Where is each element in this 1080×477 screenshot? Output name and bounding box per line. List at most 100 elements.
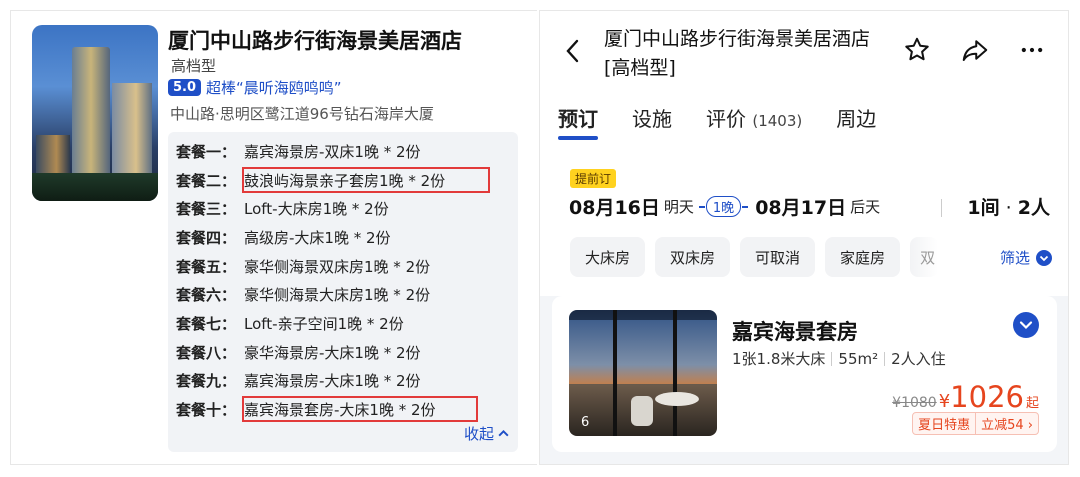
promo-discount: 立减54 ›	[981, 418, 1033, 433]
photo-window	[569, 320, 717, 384]
tab-booking[interactable]: 预订	[558, 103, 598, 140]
promo-tag: 夏日特惠	[918, 418, 971, 433]
hotel-name: 厦门中山路步行街海景美居酒店	[168, 29, 462, 53]
photo-table	[655, 392, 699, 406]
hotel-grade: 高档型	[171, 57, 217, 75]
chevron-down-icon	[1019, 321, 1033, 330]
bed-info: 1张1.8米大床	[732, 350, 826, 368]
photo-frame	[613, 310, 617, 436]
chip-family-room[interactable]: 家庭房	[825, 237, 901, 277]
room-area: 55m²	[838, 349, 879, 368]
tab-label: 评价	[706, 107, 746, 131]
package-label: 套餐四：	[176, 228, 237, 247]
package-label: 套餐九：	[176, 371, 237, 390]
tab-facilities[interactable]: 设施	[632, 103, 672, 132]
package-label: 套餐六：	[176, 285, 237, 304]
rooms-guests-selector[interactable]: 1间 · 2人	[967, 193, 1050, 220]
checkin-date: 08月16日	[569, 197, 660, 219]
photo-trees	[32, 173, 158, 201]
currency-symbol: ¥	[938, 391, 951, 412]
package-text: Loft-亲子空间1晚 * 2份	[244, 314, 404, 333]
package-item: 套餐四： 高级房-大床1晚 * 2份	[176, 226, 391, 248]
price-row: ¥1080 ¥ 1026 起	[892, 380, 1039, 414]
package-text: 豪华侧海景双床房1晚 * 2份	[244, 257, 431, 276]
tab-label: 设施	[632, 107, 672, 131]
package-item: 套餐二： 鼓浪屿海景亲子套房1晚 * 2份	[176, 167, 490, 193]
separator-dot: ·	[999, 197, 1018, 219]
back-arrow-icon	[566, 39, 579, 63]
room-list: 6 嘉宾海景套房 1张1.8米大床 55m² 2人入住 ¥1080 ¥ 1026…	[540, 296, 1068, 464]
photo-count: 6	[581, 415, 590, 430]
photo-chair	[631, 396, 653, 426]
package-item: 套餐一： 嘉宾海景房-双床1晚 * 2份	[176, 140, 421, 162]
room-photo[interactable]: 6	[569, 310, 717, 436]
divider	[831, 351, 833, 366]
hotel-detail-screen: 厦门中山路步行街海景美居酒店[高档型] 预订 设施 评价 (1403) 周边 提…	[539, 10, 1069, 465]
hotel-rating: 5.0 超棒“晨听海鸥鸣鸣”	[168, 77, 342, 97]
package-item: 套餐八： 豪华海景房-大床1晚 * 2份	[176, 341, 421, 363]
package-label: 套餐五：	[176, 257, 237, 276]
collapse-button[interactable]: 收起	[464, 423, 510, 444]
nights-badge: 1晚	[698, 196, 749, 217]
star-icon[interactable]	[902, 35, 932, 65]
hotel-title: 厦门中山路步行街海景美居酒店[高档型]	[604, 28, 871, 79]
package-text: Loft-大床房1晚 * 2份	[244, 199, 389, 218]
price-suffix: 起	[1025, 396, 1039, 411]
share-icon[interactable]	[960, 35, 990, 65]
room-details: 1张1.8米大床 55m² 2人入住	[732, 348, 946, 369]
detail-tabs: 预订 设施 评价 (1403) 周边	[558, 103, 876, 140]
package-item: 套餐十： 嘉宾海景套房-大床1晚 * 2份	[176, 396, 478, 422]
package-label: 套餐二：	[176, 171, 237, 190]
advance-booking-tag: 提前订	[570, 169, 617, 188]
package-text: 嘉宾海景房-双床1晚 * 2份	[244, 142, 421, 161]
promo-badge[interactable]: 夏日特惠 立减54 ›	[912, 412, 1039, 435]
hotel-photo[interactable]	[32, 25, 158, 201]
chevron-down-icon	[1036, 249, 1052, 266]
date-range[interactable]: 08月16日 明天 1晚 08月17日 后天	[569, 193, 880, 220]
original-price: ¥1080	[892, 395, 937, 411]
room-name: 嘉宾海景套房	[732, 320, 858, 344]
filter-label: 筛选	[999, 249, 1030, 267]
chip-twin-bed[interactable]: 双床房	[655, 237, 731, 277]
highlight-box	[242, 167, 490, 193]
tab-reviews[interactable]: 评价 (1403)	[706, 103, 802, 132]
filter-button[interactable]: 筛选	[1000, 247, 1052, 268]
score-label: 超棒“晨听海鸥鸣鸣”	[206, 78, 342, 97]
package-item: 套餐五： 豪华侧海景双床房1晚 * 2份	[176, 255, 430, 277]
tab-nearby[interactable]: 周边	[836, 103, 876, 132]
tab-label: 预订	[558, 107, 598, 131]
back-button[interactable]	[562, 37, 584, 65]
package-item: 套餐六： 豪华侧海景大床房1晚 * 2份	[176, 283, 430, 305]
package-text: 豪华海景房-大床1晚 * 2份	[244, 343, 421, 362]
package-label: 套餐七：	[176, 314, 237, 333]
divider	[884, 351, 886, 366]
highlight-box	[242, 396, 478, 422]
package-item: 套餐三： Loft-大床房1晚 * 2份	[176, 197, 389, 219]
collapse-label: 收起	[463, 425, 494, 443]
package-item: 套餐九： 嘉宾海景房-大床1晚 * 2份	[176, 369, 421, 391]
package-list: 套餐一： 嘉宾海景房-双床1晚 * 2份 套餐二： 鼓浪屿海景亲子套房1晚 * …	[168, 132, 518, 452]
tab-label: 周边	[836, 107, 877, 131]
checkin-day: 明天	[663, 198, 694, 216]
chip-king-bed[interactable]: 大床房	[570, 237, 646, 277]
package-text: 豪华侧海景大床房1晚 * 2份	[244, 285, 431, 304]
checkout-date: 08月17日	[755, 197, 847, 219]
more-icon[interactable]	[1018, 35, 1046, 65]
hotel-package-panel: 厦门中山路步行街海景美居酒店 高档型 5.0 超棒“晨听海鸥鸣鸣” 中山路·思明…	[10, 10, 537, 465]
hotel-address: 中山路·思明区鹭江道96号钻石海岸大厦	[170, 105, 434, 123]
header-actions	[902, 35, 1046, 65]
chip-twin-partial[interactable]: 双	[910, 237, 939, 277]
checkout-day: 后天	[850, 198, 881, 216]
expand-room-button[interactable]	[1013, 312, 1039, 338]
package-text: 嘉宾海景房-大床1晚 * 2份	[244, 371, 421, 390]
score-badge: 5.0	[168, 78, 202, 96]
room-card[interactable]: 6 嘉宾海景套房 1张1.8米大床 55m² 2人入住 ¥1080 ¥ 1026…	[552, 296, 1057, 452]
review-count: (1403)	[752, 112, 803, 130]
package-text: 高级房-大床1晚 * 2份	[244, 228, 391, 247]
package-label: 套餐一：	[176, 142, 237, 161]
occupancy: 2人入住	[891, 350, 946, 368]
chip-cancellable[interactable]: 可取消	[740, 237, 816, 277]
guests-count: 2人	[1017, 197, 1050, 219]
current-price: 1026	[950, 380, 1024, 414]
package-label: 套餐三：	[176, 199, 237, 218]
